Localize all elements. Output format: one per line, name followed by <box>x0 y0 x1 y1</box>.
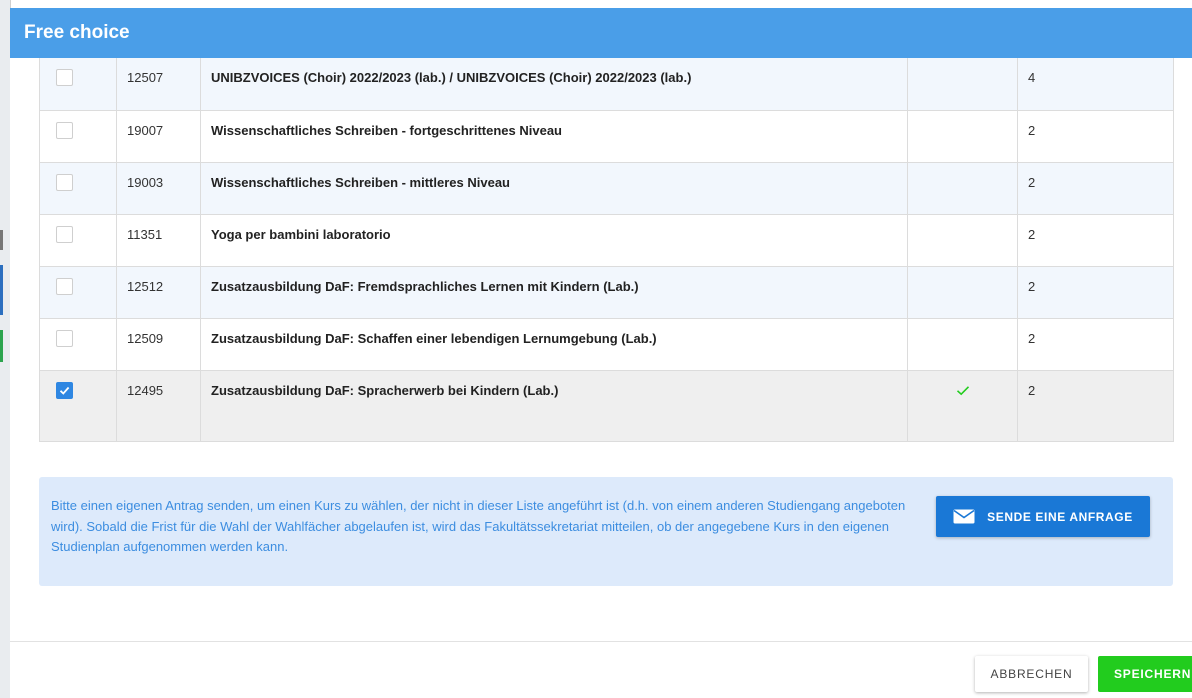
course-credits: 2 <box>1028 174 1036 190</box>
table-row[interactable]: 11351 Yoga per bambini laboratorio 2 <box>39 213 1174 267</box>
select-cell <box>39 265 117 319</box>
select-cell <box>39 317 117 371</box>
course-title: Wissenschaftliches Schreiben - mittleres… <box>211 174 510 190</box>
save-label: SPEICHERN <box>1114 667 1192 681</box>
course-code-cell: 11351 <box>116 213 201 267</box>
status-cell <box>907 317 1018 371</box>
free-choice-dialog: Free choice 12507 UNIBZVOICES (Choir) 20… <box>10 8 1192 698</box>
status-cell <box>907 265 1018 319</box>
course-credits: 2 <box>1028 278 1036 294</box>
course-checkbox[interactable] <box>56 329 73 347</box>
courses-table: 12507 UNIBZVOICES (Choir) 2022/2023 (lab… <box>39 58 1174 442</box>
select-cell <box>39 109 117 163</box>
course-checkbox[interactable] <box>56 121 73 139</box>
table-row[interactable]: 12512 Zusatzausbildung DaF: Fremdsprachl… <box>39 265 1174 319</box>
course-code-cell: 12512 <box>116 265 201 319</box>
credits-cell: 4 <box>1017 58 1174 111</box>
credits-cell: 2 <box>1017 109 1174 163</box>
background-marker <box>0 330 3 362</box>
status-cell <box>907 58 1018 111</box>
course-credits: 2 <box>1028 226 1036 242</box>
course-title: Yoga per bambini laboratorio <box>211 226 391 242</box>
course-title-cell: UNIBZVOICES (Choir) 2022/2023 (lab.) / U… <box>200 58 908 111</box>
course-credits: 2 <box>1028 382 1036 398</box>
cancel-button[interactable]: ABBRECHEN <box>975 656 1088 692</box>
credits-cell: 2 <box>1017 265 1174 319</box>
course-code: 11351 <box>127 226 163 242</box>
cancel-label: ABBRECHEN <box>990 667 1073 681</box>
course-credits: 2 <box>1028 122 1036 138</box>
dialog-title: Free choice <box>24 22 130 43</box>
dialog-header: Free choice <box>10 8 1192 58</box>
course-credits: 2 <box>1028 330 1036 346</box>
course-title-cell: Zusatzausbildung DaF: Spracherwerb bei K… <box>200 369 908 442</box>
status-cell <box>907 369 1018 442</box>
table-row[interactable]: 19007 Wissenschaftliches Schreiben - for… <box>39 109 1174 163</box>
table-row[interactable]: 12509 Zusatzausbildung DaF: Schaffen ein… <box>39 317 1174 371</box>
save-button[interactable]: SPEICHERN <box>1098 656 1192 692</box>
course-code: 12512 <box>127 278 164 294</box>
course-code: 19007 <box>127 122 164 138</box>
course-title-cell: Wissenschaftliches Schreiben - mittleres… <box>200 161 908 215</box>
envelope-icon <box>953 509 975 524</box>
info-text: Bitte einen eigenen Antrag senden, um ei… <box>51 498 906 554</box>
course-checkbox[interactable] <box>56 277 73 295</box>
course-title: Zusatzausbildung DaF: Fremdsprachliches … <box>211 278 639 294</box>
course-credits: 4 <box>1028 70 1036 85</box>
table-row[interactable]: 19003 Wissenschaftliches Schreiben - mit… <box>39 161 1174 215</box>
select-cell <box>39 213 117 267</box>
course-code: 12495 <box>127 382 164 398</box>
course-title: UNIBZVOICES (Choir) 2022/2023 (lab.) / U… <box>211 70 692 85</box>
table-row-selected[interactable]: 12495 Zusatzausbildung DaF: Spracherwerb… <box>39 369 1174 442</box>
background-marker <box>0 230 3 250</box>
course-checkbox[interactable] <box>56 69 73 86</box>
course-title: Wissenschaftliches Schreiben - fortgesch… <box>211 122 562 138</box>
courses-table-container[interactable]: 12507 UNIBZVOICES (Choir) 2022/2023 (lab… <box>39 58 1174 442</box>
background-marker <box>0 265 3 315</box>
course-code-cell: 12509 <box>116 317 201 371</box>
course-title-cell: Yoga per bambini laboratorio <box>200 213 908 267</box>
checkbox-tick-icon <box>59 386 70 395</box>
course-code-cell: 12507 <box>116 58 201 111</box>
send-request-button[interactable]: SENDE EINE ANFRAGE <box>936 496 1150 537</box>
select-cell <box>39 161 117 215</box>
course-code-cell: 19003 <box>116 161 201 215</box>
course-code: 12507 <box>127 70 164 85</box>
course-title-cell: Zusatzausbildung DaF: Schaffen einer leb… <box>200 317 908 371</box>
course-title-cell: Wissenschaftliches Schreiben - fortgesch… <box>200 109 908 163</box>
course-code: 19003 <box>127 174 164 190</box>
credits-cell: 2 <box>1017 213 1174 267</box>
credits-cell: 2 <box>1017 369 1174 442</box>
credits-cell: 2 <box>1017 317 1174 371</box>
course-title-cell: Zusatzausbildung DaF: Fremdsprachliches … <box>200 265 908 319</box>
course-checkbox[interactable] <box>56 173 73 191</box>
status-cell <box>907 161 1018 215</box>
info-box: Bitte einen eigenen Antrag senden, um ei… <box>39 477 1173 586</box>
course-title: Zusatzausbildung DaF: Spracherwerb bei K… <box>211 382 559 398</box>
course-code-cell: 12495 <box>116 369 201 442</box>
checkmark-icon <box>956 385 969 395</box>
status-cell <box>907 213 1018 267</box>
select-cell <box>39 369 117 442</box>
course-code: 12509 <box>127 330 164 346</box>
course-checkbox-checked[interactable] <box>56 381 73 399</box>
send-request-label: SENDE EINE ANFRAGE <box>987 509 1133 524</box>
footer-divider <box>10 641 1192 642</box>
course-code-cell: 19007 <box>116 109 201 163</box>
select-cell <box>39 58 117 111</box>
status-cell <box>907 109 1018 163</box>
course-title: Zusatzausbildung DaF: Schaffen einer leb… <box>211 330 657 346</box>
credits-cell: 2 <box>1017 161 1174 215</box>
course-checkbox[interactable] <box>56 225 73 243</box>
table-row[interactable]: 12507 UNIBZVOICES (Choir) 2022/2023 (lab… <box>39 58 1174 111</box>
